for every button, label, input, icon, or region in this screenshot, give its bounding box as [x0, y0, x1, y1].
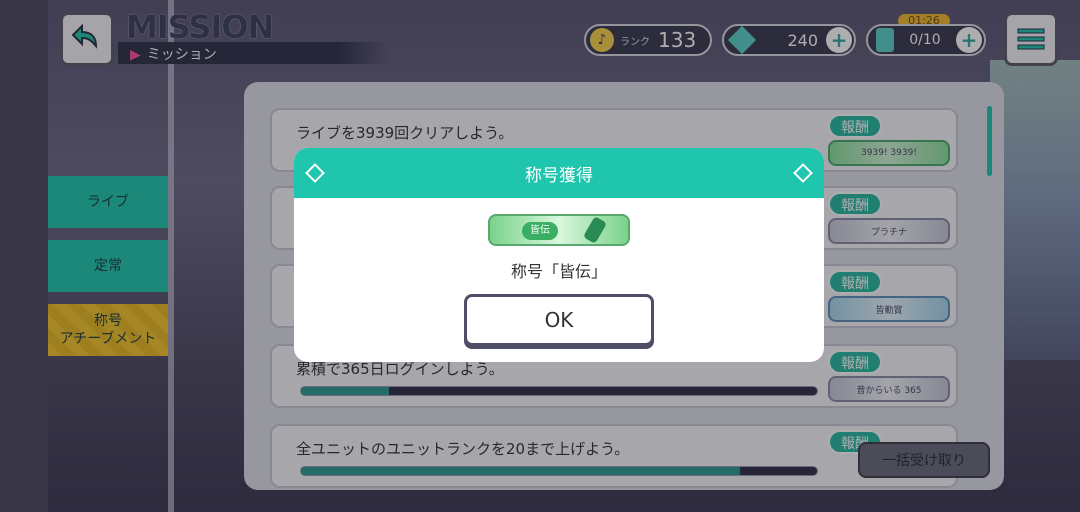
badge-text: 皆伝 [522, 222, 558, 240]
dialog-title: 称号獲得 [525, 165, 593, 186]
bottle-icon [582, 216, 608, 244]
title-badge: 皆伝 [488, 214, 630, 246]
title-acquired-dialog: 称号獲得 皆伝 称号「皆伝」 OK [294, 148, 824, 362]
ok-button[interactable]: OK [464, 294, 654, 346]
diamond-ornament-icon [793, 163, 813, 183]
dialog-header: 称号獲得 [294, 148, 824, 198]
acquired-title-name: 称号「皆伝」 [510, 262, 607, 281]
diamond-ornament-icon [305, 163, 325, 183]
